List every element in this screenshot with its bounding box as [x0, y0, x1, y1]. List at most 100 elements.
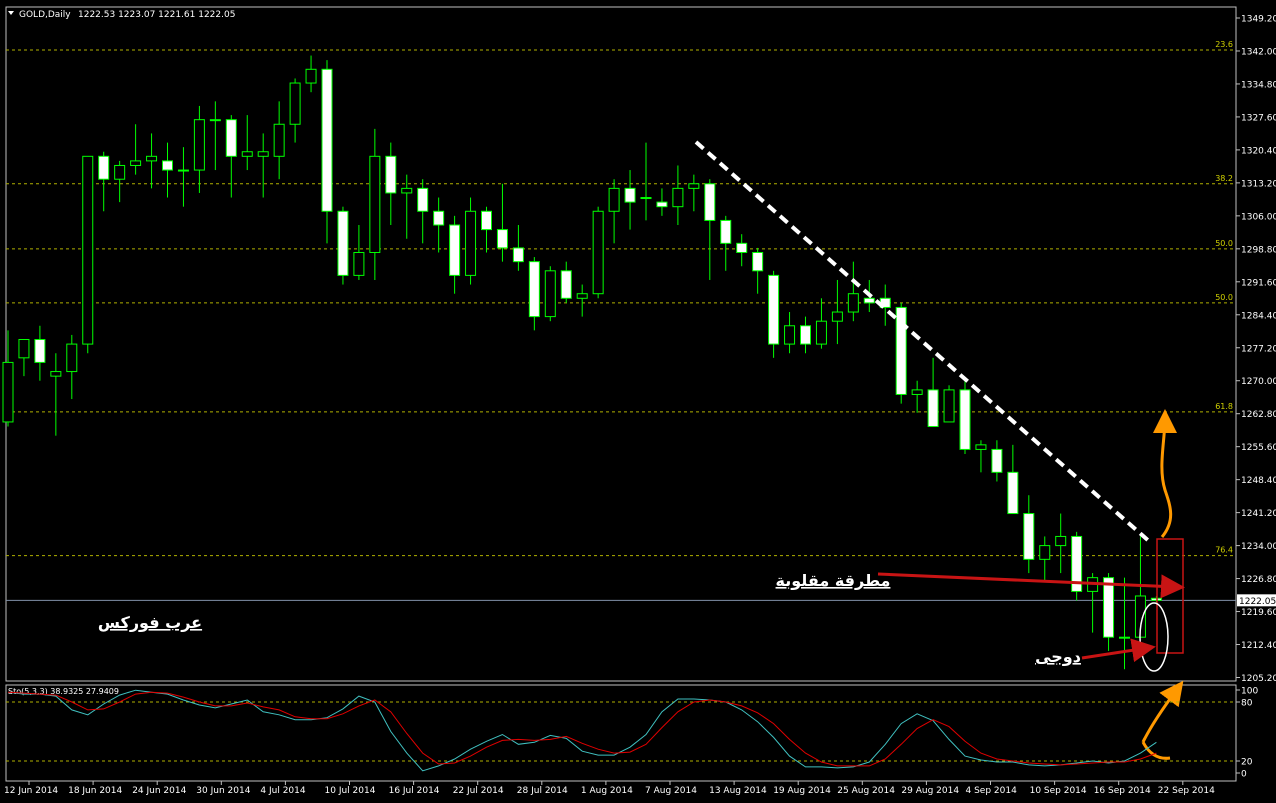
candle-body[interactable] — [752, 251, 764, 272]
candle-body[interactable] — [273, 123, 285, 157]
candle-body[interactable] — [449, 224, 461, 276]
candle-body[interactable] — [401, 187, 413, 194]
downtrend-line[interactable] — [694, 140, 1152, 544]
candle-body[interactable] — [847, 293, 859, 313]
candle-body[interactable] — [831, 311, 843, 322]
date-tick-label: 16 Jul 2014 — [389, 786, 440, 796]
candle-body[interactable] — [177, 169, 189, 172]
candle-body[interactable] — [496, 229, 508, 249]
date-tick-label: 7 Aug 2014 — [645, 786, 697, 796]
candle-body[interactable] — [544, 270, 556, 318]
candle-body[interactable] — [959, 389, 971, 450]
candle-body[interactable] — [353, 251, 365, 276]
date-tick-label: 25 Aug 2014 — [837, 786, 895, 796]
date-tick-label: 24 Jun 2014 — [132, 786, 186, 796]
candle-body[interactable] — [50, 371, 62, 377]
candle-body[interactable] — [82, 155, 94, 345]
dropdown-triangle-icon[interactable] — [8, 11, 14, 15]
candle-body[interactable] — [640, 197, 652, 200]
candle-body[interactable] — [576, 293, 588, 299]
date-tick-label: 16 Sep 2014 — [1094, 786, 1151, 796]
current-price-label: 1222.05 — [1239, 597, 1276, 607]
candle-body[interactable] — [895, 306, 907, 395]
candle-body[interactable] — [98, 155, 110, 180]
date-axis: 12 Jun 2014 18 Jun 2014 24 Jun 2014 30 Jun … — [4, 781, 1215, 796]
candle-body[interactable] — [688, 183, 700, 189]
inverted-hammer-label: مطرقة مقلوبة — [776, 571, 891, 590]
candle-body[interactable] — [975, 444, 987, 450]
fib-level-label: 23.6 — [1215, 40, 1233, 49]
candle-body[interactable] — [2, 361, 14, 423]
candle-body[interactable] — [1119, 636, 1130, 639]
mt4-chart-window: GOLD,Daily 1222.53 1223.07 1221.61 1222.0… — [0, 0, 1276, 799]
candle-body[interactable] — [927, 389, 939, 428]
candle-body[interactable] — [321, 68, 333, 212]
candle-body[interactable] — [18, 339, 30, 359]
price-tick-label: 1291.60 — [1241, 278, 1276, 288]
candle-body[interactable] — [369, 155, 381, 253]
candle-body[interactable] — [465, 210, 477, 276]
candle-body[interactable] — [624, 187, 636, 203]
candle-body[interactable] — [672, 187, 684, 208]
candle-body[interactable] — [481, 210, 492, 231]
candle-body[interactable] — [560, 270, 572, 299]
candle-body[interactable] — [911, 389, 923, 395]
candle-body[interactable] — [736, 242, 748, 253]
price-tick-label: 1284.40 — [1241, 311, 1276, 321]
candle-body[interactable] — [943, 389, 955, 423]
candle-body[interactable] — [385, 155, 397, 194]
candles — [2, 55, 1162, 670]
price-tick-label: 1255.60 — [1241, 443, 1276, 453]
fib-level-label: 50.0 — [1215, 293, 1233, 302]
candlestick-chart[interactable]: GOLD,Daily 1222.53 1223.07 1221.61 1222.0… — [0, 0, 1276, 799]
candle-body[interactable] — [209, 119, 221, 122]
candle-body[interactable] — [608, 187, 620, 212]
candle-body[interactable] — [305, 68, 317, 84]
candle-body[interactable] — [656, 201, 668, 208]
candle-body[interactable] — [1007, 471, 1019, 515]
price-tick-label: 1334.80 — [1241, 80, 1276, 90]
candle-body[interactable] — [417, 187, 429, 212]
candle-body[interactable] — [512, 247, 524, 263]
stochastic-signal-line — [7, 691, 1157, 767]
candle-body[interactable] — [289, 82, 301, 125]
candle-body[interactable] — [815, 320, 827, 345]
price-tick-label: 1226.80 — [1241, 575, 1276, 585]
candle-body[interactable] — [225, 119, 237, 157]
candle-body[interactable] — [130, 160, 142, 166]
date-tick-label: 13 Aug 2014 — [709, 786, 767, 796]
candle-body[interactable] — [241, 151, 253, 157]
candle-body[interactable] — [66, 343, 78, 373]
candle-body[interactable] — [146, 155, 158, 162]
price-tick-label: 1241.20 — [1241, 509, 1276, 519]
candle-body[interactable] — [528, 261, 540, 318]
candle-body[interactable] — [162, 160, 173, 171]
candle-body[interactable] — [863, 297, 875, 304]
watermark-label: عرب فوركس — [98, 613, 202, 632]
stochastic-tick-label: 0 — [1241, 770, 1247, 780]
candle-body[interactable] — [592, 210, 604, 295]
candle-body[interactable] — [991, 448, 1003, 473]
candle-body[interactable] — [34, 339, 46, 363]
candle-body[interactable] — [1055, 535, 1067, 547]
candle-body[interactable] — [193, 119, 205, 171]
price-panel-frame — [5, 6, 1237, 682]
candle-body[interactable] — [784, 325, 796, 345]
candle-body[interactable] — [704, 183, 716, 221]
candle-body[interactable] — [257, 151, 269, 157]
candle-body[interactable] — [337, 210, 349, 276]
date-tick-label: 18 Jun 2014 — [68, 786, 122, 796]
candle-body[interactable] — [433, 210, 445, 226]
candle-body[interactable] — [1103, 577, 1115, 638]
price-tick-label: 1277.20 — [1241, 344, 1276, 354]
symbol-label: GOLD,Daily — [19, 10, 71, 20]
hammer-arrow — [877, 572, 1185, 599]
candle-body[interactable] — [114, 164, 126, 180]
price-tick-label: 1205.20 — [1241, 674, 1276, 684]
candle-body[interactable] — [720, 219, 732, 244]
ohlc-readout: 1222.53 1223.07 1221.61 1222.05 — [78, 10, 235, 20]
candle-body[interactable] — [1023, 513, 1035, 560]
candle-body[interactable] — [800, 325, 811, 345]
candle-body[interactable] — [1039, 545, 1051, 560]
candle-body[interactable] — [768, 274, 780, 345]
